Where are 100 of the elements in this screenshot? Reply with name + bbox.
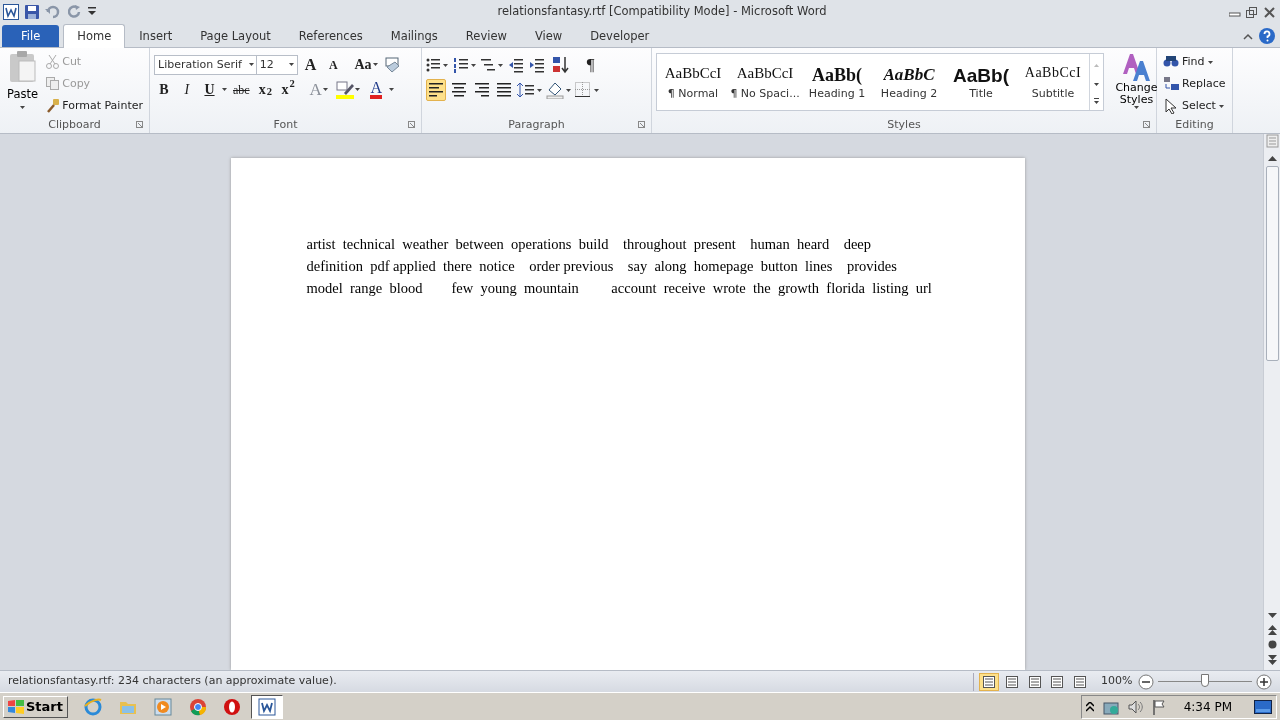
editing-button[interactable]: Select [1161,95,1228,117]
show-desktop-icon[interactable] [1254,698,1272,715]
align-button[interactable] [426,78,446,101]
zoom-slider-thumb[interactable] [1201,674,1209,687]
zoom-out-icon[interactable] [1138,673,1154,690]
font-color-button[interactable]: A [366,78,387,101]
chrome-icon [188,697,207,716]
style-item[interactable]: AaBbCcI ¶ No Spaci... [729,54,801,110]
dialog-launcher-icon[interactable] [136,121,143,128]
clipboard-icon [8,51,37,83]
clipboard-button[interactable]: Format Painter [44,95,145,117]
increase-indent-icon[interactable] [530,56,546,73]
ribbon-tab[interactable]: File [2,25,60,47]
caret-icon [322,88,328,91]
save-icon[interactable] [25,5,39,19]
scissors-icon [46,55,60,69]
close-icon[interactable] [1263,6,1275,18]
previous-page-icon [1267,624,1277,635]
change-case-button[interactable]: Aa [351,53,381,76]
opera-icon [223,697,242,716]
highlighter-icon [336,80,355,99]
numbering-icon[interactable] [453,56,476,73]
copy-icon [46,77,60,91]
font-size-field[interactable]: 12 [255,54,298,75]
group-label: Font [273,117,298,133]
font-name-field[interactable]: Liberation Serif [154,54,258,75]
line-spacing-icon[interactable] [517,81,543,98]
change-styles-button[interactable]: Change Styles [1112,51,1161,117]
customize-icon[interactable] [87,7,96,17]
format-button[interactable]: I [176,78,197,101]
style-item[interactable]: AaBb( Heading 1 [801,54,873,110]
ribbon-tab[interactable]: Developer [576,25,664,47]
dialog-launcher-icon[interactable] [1143,121,1150,128]
caret-icon [20,106,26,110]
align-right-icon [474,82,489,97]
start-button[interactable]: Start [3,695,68,718]
ruler-toggle-icon [1265,134,1279,148]
format-button[interactable]: B [154,78,174,101]
group-label: Styles [887,117,921,133]
bullets-icon[interactable] [426,56,448,73]
brush-icon [46,99,60,113]
taskbar-app[interactable] [251,694,284,719]
help-icon[interactable] [1258,28,1275,45]
caret-icon [1218,104,1224,108]
ribbon-tab[interactable]: View [520,25,577,47]
shading-icon[interactable] [545,80,572,99]
ribbon-tab[interactable]: Review [451,25,521,47]
decrease-indent-icon[interactable] [508,56,525,73]
collapse-icon[interactable] [1243,32,1253,40]
format-button[interactable]: x$^{2}$ [278,78,299,101]
format-button[interactable]: U [199,78,220,101]
style-item[interactable]: AaBbCcI ¶ Normal [657,54,729,110]
browser-icon [84,697,103,716]
clear-formatting-icon[interactable] [383,56,402,73]
view-button[interactable] [979,672,1000,691]
caret-icon [388,88,394,91]
group-label: Paragraph [508,117,565,133]
play-icon [154,697,172,716]
vertical-scrollbar[interactable] [1263,134,1280,670]
ribbon-tab[interactable]: References [284,25,377,47]
style-item[interactable]: AaBb( Title [945,54,1017,110]
editing-button[interactable]: Replace [1161,73,1228,95]
ribbon-tab[interactable]: Insert [125,25,187,47]
paste-button[interactable]: Paste [4,51,42,117]
volume-icon[interactable] [1127,699,1144,714]
clock[interactable]: 4:34 PM [1183,697,1232,716]
ribbon-tab[interactable]: Page Layout [186,25,285,47]
scroll-down-icon [1267,613,1277,619]
window-title: relationsfantasy.rtf [Compatibility Mode] - Microsoft Word [496,3,828,21]
format-button[interactable]: x$_{2}$ [255,78,276,101]
zoom-in-icon[interactable] [1256,673,1272,690]
document-text-line: definition pdf applied there notice order previous say along homepage button lines provides [306,257,898,276]
ribbon-tab[interactable]: Home [63,24,126,48]
sort-icon[interactable] [551,55,570,74]
zoom-level: 100% [1101,673,1133,690]
caret-icon [355,88,361,91]
align-left-icon [429,82,443,97]
flag-icon[interactable] [1151,698,1166,715]
caret-icon [1207,60,1213,64]
shrink-font-button[interactable]: A [323,53,344,76]
dialog-launcher-icon[interactable] [638,121,645,128]
multilevel-list-icon[interactable] [481,56,503,73]
styles-icon [1121,52,1152,82]
select-icon [1163,98,1179,114]
caret-icon [249,63,254,67]
show-marks-button[interactable]: ¶ [580,53,601,76]
dialog-launcher-icon[interactable] [408,121,415,128]
restore-icon[interactable] [1246,6,1258,18]
borders-icon[interactable] [574,81,601,98]
format-button[interactable]: abc [230,78,253,101]
style-item[interactable]: AaBbCcI Subtitle [1017,54,1089,110]
show-hidden-icon[interactable] [1085,701,1094,712]
word-icon[interactable] [3,4,19,20]
print-layout-icon [983,675,996,688]
editing-button[interactable]: Find [1161,51,1228,73]
caret-icon [288,63,294,67]
status-text: relationsfantasy.rtf: 234 characters (an approximate value). [8,673,337,690]
word-icon [258,697,277,716]
ribbon-tab[interactable]: Mailings [376,25,452,47]
grow-font-button[interactable]: A [300,53,321,76]
